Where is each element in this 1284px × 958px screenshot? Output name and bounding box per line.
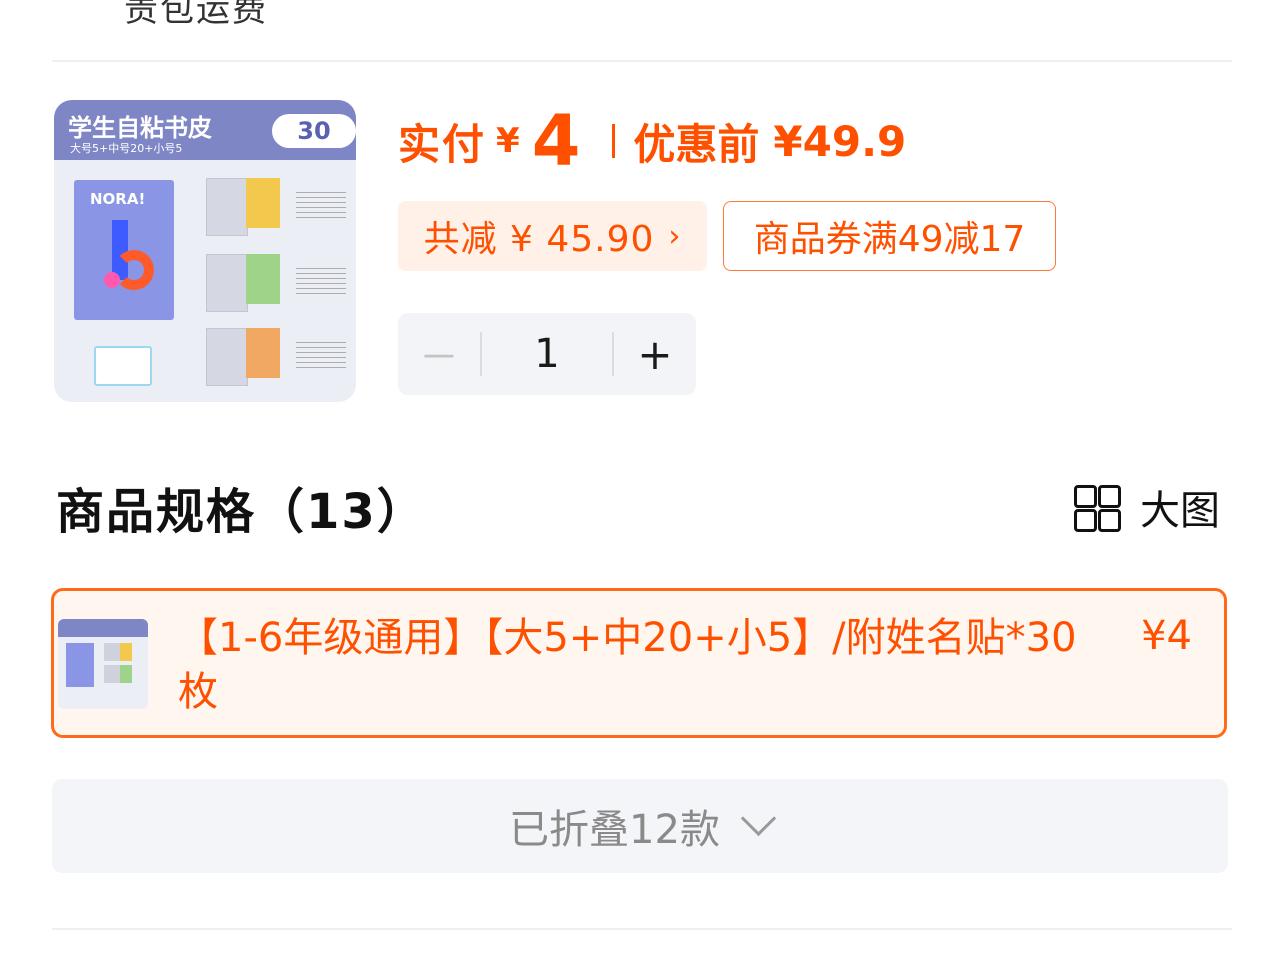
product-image-body: NORA!	[54, 160, 356, 402]
collapsed-variants-text: 已折叠12款	[509, 807, 720, 853]
collapsed-variants-toggle[interactable]: 已折叠12款	[52, 779, 1228, 873]
quantity-stepper: － 1 +	[398, 313, 696, 395]
shipping-info-text: 责包运费	[124, 0, 268, 30]
grid-icon	[1074, 485, 1121, 532]
pay-amount: 4	[531, 100, 581, 182]
product-image-title: 学生自粘书皮	[68, 114, 212, 142]
book-brand-text: NORA!	[90, 190, 146, 208]
before-discount-label: 优惠前	[633, 119, 760, 169]
big-picture-label: 大图	[1140, 488, 1220, 534]
pay-currency: ¥	[496, 121, 520, 161]
name-label-illustration	[94, 346, 152, 386]
variant-thumbnail	[58, 619, 148, 709]
book-cover-illustration: NORA!	[74, 180, 174, 320]
price-row: 实付 ¥ 4 优惠前 ¥49.9	[398, 96, 906, 186]
before-discount-amount: ¥49.9	[773, 116, 907, 166]
selected-variant-option[interactable]: 【1-6年级通用】【大5+中20+小5】/附姓名贴*30枚 ¥4	[51, 588, 1227, 738]
increase-button[interactable]: +	[614, 313, 696, 395]
divider	[52, 60, 1232, 62]
pay-label: 实付	[398, 119, 487, 169]
decrease-button[interactable]: －	[398, 313, 480, 395]
size-small-illustration	[206, 328, 248, 386]
size-large-illustration	[206, 178, 248, 236]
total-discount-text: 共减 ¥ 45.90	[423, 219, 655, 260]
product-image[interactable]: 学生自粘书皮 大号5+中号20+小号5 30 NORA!	[54, 100, 356, 402]
size-medium-cover	[246, 254, 280, 304]
size-medium-illustration	[206, 254, 248, 312]
size-large-cover	[246, 178, 280, 228]
total-discount-chip[interactable]: 共减 ¥ 45.90 ›	[398, 201, 707, 271]
chevron-down-icon	[740, 800, 777, 836]
price-separator	[612, 124, 616, 158]
coupon-chip[interactable]: 商品券满49减17	[723, 201, 1056, 271]
product-image-subtitle: 大号5+中号20+小号5	[70, 142, 183, 155]
size-small-cover	[246, 328, 280, 378]
spec-section-title: 商品规格（13）	[56, 484, 427, 540]
variant-name: 【1-6年级通用】【大5+中20+小5】/附姓名贴*30枚	[178, 615, 1077, 715]
product-image-badge: 30	[272, 114, 356, 148]
variant-price: ¥4	[1141, 613, 1192, 659]
divider	[52, 928, 1232, 930]
big-picture-toggle[interactable]: 大图	[1074, 482, 1220, 534]
chevron-right-icon: ›	[668, 218, 682, 254]
coupon-text: 商品券满49减17	[753, 219, 1026, 260]
quantity-value[interactable]: 1	[482, 331, 612, 377]
